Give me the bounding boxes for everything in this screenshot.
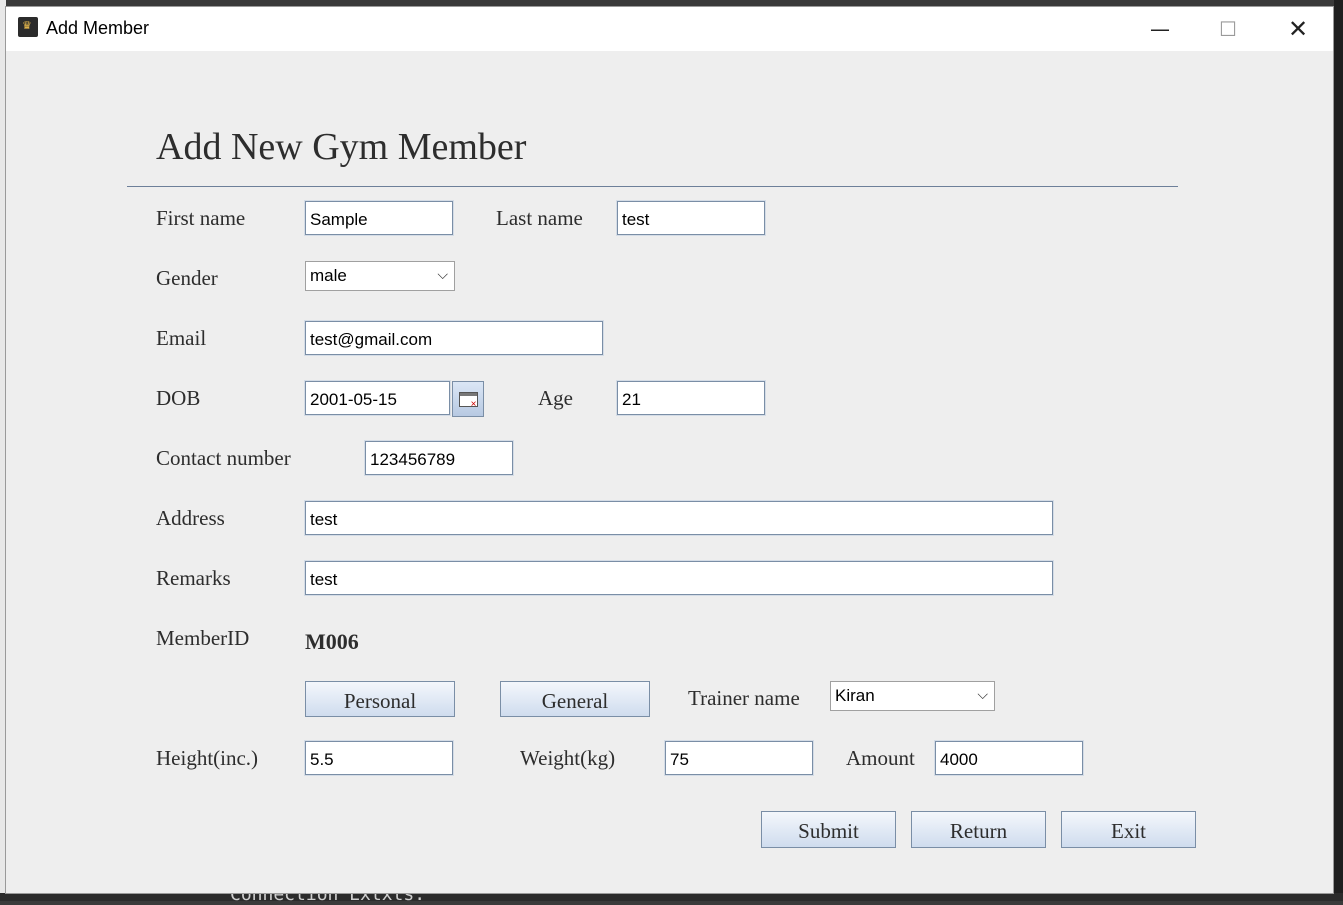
address-field[interactable]: test: [304, 500, 1054, 536]
remarks-label: Remarks: [156, 566, 231, 590]
title-divider: [127, 186, 1178, 187]
minimize-button[interactable]: —: [1126, 7, 1194, 51]
first-name-field[interactable]: Sample: [304, 200, 454, 236]
age-field[interactable]: 21: [616, 380, 766, 416]
maximize-icon: ☐: [1219, 17, 1237, 41]
background-editor: [1334, 0, 1343, 901]
trainer-value: Kiran: [835, 686, 875, 705]
contact-number-label: Contact number: [156, 446, 291, 470]
calendar-icon: [458, 391, 478, 410]
height-label: Height(inc.): [156, 746, 259, 770]
close-button[interactable]: ✕: [1264, 7, 1332, 51]
general-button[interactable]: General: [500, 681, 650, 717]
email-label: Email: [156, 326, 207, 350]
window-title: Add Member: [46, 18, 150, 38]
dob-field[interactable]: 2001-05-15: [304, 380, 451, 416]
title-bar[interactable]: ♛ Add Member — ☐ ✕: [6, 7, 1333, 51]
weight-label: Weight(kg): [520, 746, 616, 770]
close-icon: ✕: [1287, 15, 1309, 43]
minimize-icon: —: [1150, 17, 1170, 41]
personal-button[interactable]: Personal: [305, 681, 455, 717]
amount-field[interactable]: 4000: [934, 740, 1084, 776]
address-label: Address: [156, 506, 225, 530]
age-label: Age: [538, 386, 573, 410]
submit-button[interactable]: Submit: [761, 811, 896, 848]
background-taskbar-strip: [0, 893, 1343, 901]
member-id-label: MemberID: [156, 626, 250, 650]
exit-button[interactable]: Exit: [1061, 811, 1196, 848]
contact-number-field[interactable]: 123456789: [364, 440, 514, 476]
remarks-field[interactable]: test: [304, 560, 1054, 596]
first-name-label: First name: [156, 206, 246, 230]
last-name-label: Last name: [496, 206, 583, 230]
app-icon: ♛: [18, 17, 38, 37]
trainer-select[interactable]: Kiran ⌵: [830, 681, 995, 711]
add-member-window: ♛ Add Member — ☐ ✕ Add New Gym Member Fi…: [5, 6, 1334, 894]
amount-label: Amount: [846, 746, 915, 770]
maximize-button[interactable]: ☐: [1194, 7, 1262, 51]
last-name-field[interactable]: test: [616, 200, 766, 236]
trainer-name-label: Trainer name: [688, 686, 800, 710]
return-button[interactable]: Return: [911, 811, 1046, 848]
page-title: Add New Gym Member: [156, 126, 527, 168]
chevron-down-icon: ⌵: [437, 266, 448, 282]
email-field[interactable]: test@gmail.com: [304, 320, 604, 356]
gender-value: male: [310, 266, 347, 285]
height-field[interactable]: 5.5: [304, 740, 454, 776]
gender-label: Gender: [156, 266, 218, 290]
chevron-down-icon: ⌵: [977, 686, 988, 702]
weight-field[interactable]: 75: [664, 740, 814, 776]
member-id-value: M006: [305, 629, 359, 654]
dob-label: DOB: [156, 386, 201, 410]
gender-select[interactable]: male ⌵: [305, 261, 455, 291]
date-picker-button[interactable]: [452, 381, 484, 417]
